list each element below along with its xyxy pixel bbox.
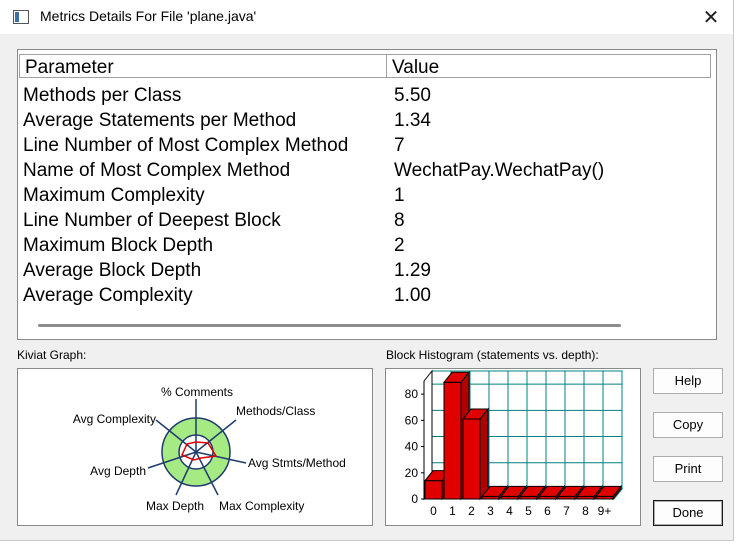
- metrics-list[interactable]: Parameter Value Methods per Class 5.50 Av…: [17, 49, 717, 340]
- histogram-x-tick-label: 7: [563, 504, 570, 518]
- parameter-cell: Methods per Class: [23, 85, 182, 106]
- parameter-cell: Name of Most Complex Method: [23, 160, 291, 181]
- histogram-y-tick-label: 60: [405, 413, 419, 427]
- kiviat-axis-label: Methods/Class: [236, 404, 315, 418]
- histogram-y-tick-label: 80: [405, 387, 419, 401]
- value-cell: 1: [394, 185, 405, 206]
- block-histogram-panel: 0 20 40 60 80 0 1 2 3 4 5 6 7 8 9+: [385, 368, 641, 526]
- value-cell: 1.34: [394, 110, 431, 131]
- block-histogram: 0204060800 1 2 3 4 5 6 7 8 9+: [405, 369, 624, 518]
- parameter-cell: Maximum Block Depth: [23, 235, 214, 256]
- table-row[interactable]: Line Number of Deepest Block 8: [23, 208, 703, 233]
- histogram-y-tick-label: 0: [411, 492, 418, 506]
- value-cell: WechatPay.WechatPay(): [394, 160, 605, 181]
- histogram-x-tick-label: 0: [430, 504, 437, 518]
- histogram-bar-side: [479, 407, 489, 501]
- histogram-bar: [462, 418, 481, 500]
- window-icon: [13, 10, 29, 24]
- kiviat-axis-label: Avg Complexity: [73, 412, 156, 426]
- histogram-y-tick-label: 40: [405, 440, 419, 454]
- kiviat-axis-label: Avg Stmts/Method: [248, 456, 346, 470]
- close-icon[interactable]: ✕: [695, 4, 727, 30]
- block-histogram-label: Block Histogram (statements vs. depth):: [386, 348, 599, 362]
- parameter-cell: Line Number of Most Complex Method: [23, 135, 349, 156]
- horizontal-scrollbar-thumb[interactable]: [38, 324, 621, 327]
- parameter-cell: Line Number of Deepest Block: [23, 210, 281, 231]
- help-button[interactable]: Help: [653, 368, 723, 394]
- histogram-bar: [424, 480, 443, 500]
- histogram-x-tick-label: 4: [506, 504, 513, 518]
- kiviat-graph-panel: % Comments Methods/Class Avg Stmts/Metho…: [17, 368, 373, 526]
- table-row[interactable]: Average Complexity 1.00: [23, 283, 703, 308]
- histogram-x-tick-label: 3: [487, 504, 494, 518]
- table-row[interactable]: Maximum Complexity 1: [23, 183, 703, 208]
- value-cell: 2: [394, 235, 405, 256]
- histogram-x-tick-label: 8: [582, 504, 589, 518]
- kiviat-graph: % Comments Methods/Class Avg Stmts/Metho…: [73, 385, 346, 513]
- kiviat-axis-label: Avg Depth: [90, 464, 146, 478]
- parameter-cell: Maximum Complexity: [23, 185, 205, 206]
- histogram-x-tick-label: 1: [449, 504, 456, 518]
- table-row[interactable]: Line Number of Most Complex Method 7: [23, 133, 703, 158]
- parameter-cell: Average Block Depth: [23, 260, 202, 281]
- title-bar: Metrics Details For File 'plane.java' ✕: [0, 0, 733, 34]
- metrics-dialog: Metrics Details For File 'plane.java' ✕ …: [0, 0, 734, 541]
- list-header: Parameter Value: [19, 54, 711, 78]
- column-header-value[interactable]: Value: [386, 54, 711, 78]
- table-row[interactable]: Average Block Depth 1.29: [23, 258, 703, 283]
- value-cell: 8: [394, 210, 405, 231]
- histogram-x-tick-label: 9+: [598, 504, 612, 518]
- parameter-cell: Average Statements per Method: [23, 110, 297, 131]
- kiviat-axis-label: Max Complexity: [219, 499, 304, 513]
- value-cell: 1.29: [394, 260, 431, 281]
- table-row[interactable]: Average Statements per Method 1.34: [23, 108, 703, 133]
- histogram-x-tick-label: 6: [544, 504, 551, 518]
- kiviat-axis-label: % Comments: [161, 385, 233, 399]
- histogram-bar: [443, 381, 462, 500]
- kiviat-axis-label: Max Depth: [146, 499, 204, 513]
- kiviat-graph-label: Kiviat Graph:: [17, 348, 87, 362]
- copy-button[interactable]: Copy: [653, 412, 723, 438]
- parameter-cell: Average Complexity: [23, 285, 193, 306]
- table-row[interactable]: Name of Most Complex Method WechatPay.Wec…: [23, 158, 703, 183]
- value-cell: 1.00: [394, 285, 431, 306]
- done-button[interactable]: Done: [653, 500, 723, 526]
- value-cell: 7: [394, 135, 405, 156]
- histogram-x-tick-label: 5: [525, 504, 532, 518]
- histogram-y-tick-label: 20: [405, 466, 419, 480]
- value-cell: 5.50: [394, 85, 431, 106]
- histogram-x-tick-label: 2: [468, 504, 475, 518]
- table-row[interactable]: Methods per Class 5.50: [23, 83, 703, 108]
- column-header-parameter[interactable]: Parameter: [19, 54, 387, 78]
- window-title: Metrics Details For File 'plane.java': [40, 8, 257, 24]
- print-button[interactable]: Print: [653, 456, 723, 482]
- table-row[interactable]: Maximum Block Depth 2: [23, 233, 703, 258]
